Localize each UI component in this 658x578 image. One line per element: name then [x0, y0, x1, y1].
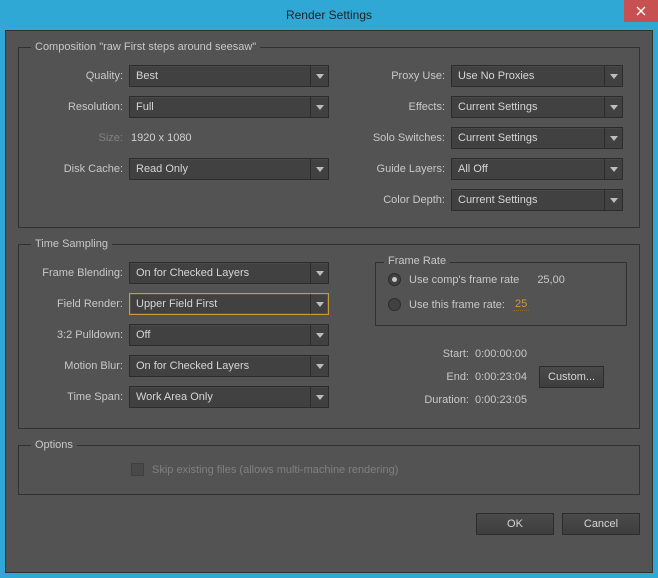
disk-cache-dropdown[interactable]: Read Only [129, 158, 329, 180]
resolution-dropdown[interactable]: Full [129, 96, 329, 118]
time-sampling-group: Time Sampling Frame Blending: On for Che… [18, 238, 640, 429]
chevron-down-icon [310, 263, 328, 283]
dialog-footer: OK Cancel [18, 505, 640, 535]
chevron-down-icon [604, 190, 622, 210]
radio-icon [388, 273, 401, 286]
render-settings-window: Render Settings Composition "raw First s… [0, 0, 658, 578]
time-span-info: Start: 0:00:00:00 End: 0:00:23:04 Custom… [363, 326, 627, 406]
frame-rate-input[interactable]: 25 [513, 298, 529, 311]
field-render-dropdown[interactable]: Upper Field First [129, 293, 329, 315]
motion-blur-label: Motion Blur: [31, 360, 129, 372]
chevron-down-icon [310, 97, 328, 117]
time-sampling-left: Frame Blending: On for Checked Layers Fi… [31, 262, 363, 412]
options-legend: Options [31, 439, 77, 451]
pulldown-dropdown[interactable]: Off [129, 324, 329, 346]
chevron-down-icon [310, 294, 328, 314]
ok-button[interactable]: OK [476, 513, 554, 535]
start-value: 0:00:00:00 [475, 348, 527, 360]
start-label: Start: [417, 348, 475, 360]
effects-label: Effects: [353, 101, 451, 113]
pulldown-label: 3:2 Pulldown: [31, 329, 129, 341]
color-depth-dropdown[interactable]: Current Settings [451, 189, 623, 211]
quality-label: Quality: [31, 70, 129, 82]
resolution-label: Resolution: [31, 101, 129, 113]
time-sampling-legend: Time Sampling [31, 238, 112, 250]
skip-existing-checkbox [131, 463, 144, 476]
frame-blending-label: Frame Blending: [31, 267, 129, 279]
duration-value: 0:00:23:05 [475, 394, 527, 406]
guide-layers-dropdown[interactable]: All Off [451, 158, 623, 180]
time-span-dropdown[interactable]: Work Area Only [129, 386, 329, 408]
comp-frame-rate-value: 25,00 [537, 274, 565, 286]
size-label: Size: [31, 132, 129, 144]
chevron-down-icon [310, 387, 328, 407]
custom-time-span-button[interactable]: Custom... [539, 366, 604, 388]
chevron-down-icon [310, 356, 328, 376]
motion-blur-dropdown[interactable]: On for Checked Layers [129, 355, 329, 377]
chevron-down-icon [604, 66, 622, 86]
titlebar[interactable]: Render Settings [0, 0, 658, 30]
frame-rate-group: Frame Rate Use comp's frame rate 25,00 U… [375, 262, 627, 326]
end-label: End: [417, 371, 475, 383]
skip-existing-label: Skip existing files (allows multi-machin… [152, 464, 398, 476]
color-depth-label: Color Depth: [353, 194, 451, 206]
chevron-down-icon [604, 128, 622, 148]
use-comp-frame-rate-radio[interactable]: Use comp's frame rate 25,00 [388, 273, 614, 286]
field-render-label: Field Render: [31, 298, 129, 310]
chevron-down-icon [604, 97, 622, 117]
composition-legend: Composition "raw First steps around sees… [31, 41, 260, 53]
quality-dropdown[interactable]: Best [129, 65, 329, 87]
solo-switches-label: Solo Switches: [353, 132, 451, 144]
proxy-use-label: Proxy Use: [353, 70, 451, 82]
chevron-down-icon [310, 66, 328, 86]
effects-dropdown[interactable]: Current Settings [451, 96, 623, 118]
close-button[interactable] [624, 0, 658, 22]
guide-layers-label: Guide Layers: [353, 163, 451, 175]
time-sampling-right: Frame Rate Use comp's frame rate 25,00 U… [363, 262, 627, 412]
time-span-label: Time Span: [31, 391, 129, 403]
end-value: 0:00:23:04 [475, 371, 527, 383]
dialog-body: Composition "raw First steps around sees… [5, 30, 653, 573]
solo-switches-dropdown[interactable]: Current Settings [451, 127, 623, 149]
frame-rate-legend: Frame Rate [384, 255, 450, 267]
chevron-down-icon [604, 159, 622, 179]
chevron-down-icon [310, 325, 328, 345]
proxy-use-dropdown[interactable]: Use No Proxies [451, 65, 623, 87]
use-this-frame-rate-radio[interactable]: Use this frame rate: 25 [388, 298, 614, 311]
size-value: 1920 x 1080 [129, 127, 192, 149]
composition-group: Composition "raw First steps around sees… [18, 41, 640, 228]
options-group: Options Skip existing files (allows mult… [18, 439, 640, 495]
disk-cache-label: Disk Cache: [31, 163, 129, 175]
composition-right-col: Proxy Use: Use No Proxies Effects: Curre… [353, 65, 627, 211]
radio-icon [388, 298, 401, 311]
duration-label: Duration: [417, 394, 475, 406]
cancel-button[interactable]: Cancel [562, 513, 640, 535]
chevron-down-icon [310, 159, 328, 179]
window-title: Render Settings [286, 8, 372, 22]
close-icon [636, 6, 646, 16]
frame-blending-dropdown[interactable]: On for Checked Layers [129, 262, 329, 284]
composition-left-col: Quality: Best Resolution: Full [31, 65, 329, 211]
